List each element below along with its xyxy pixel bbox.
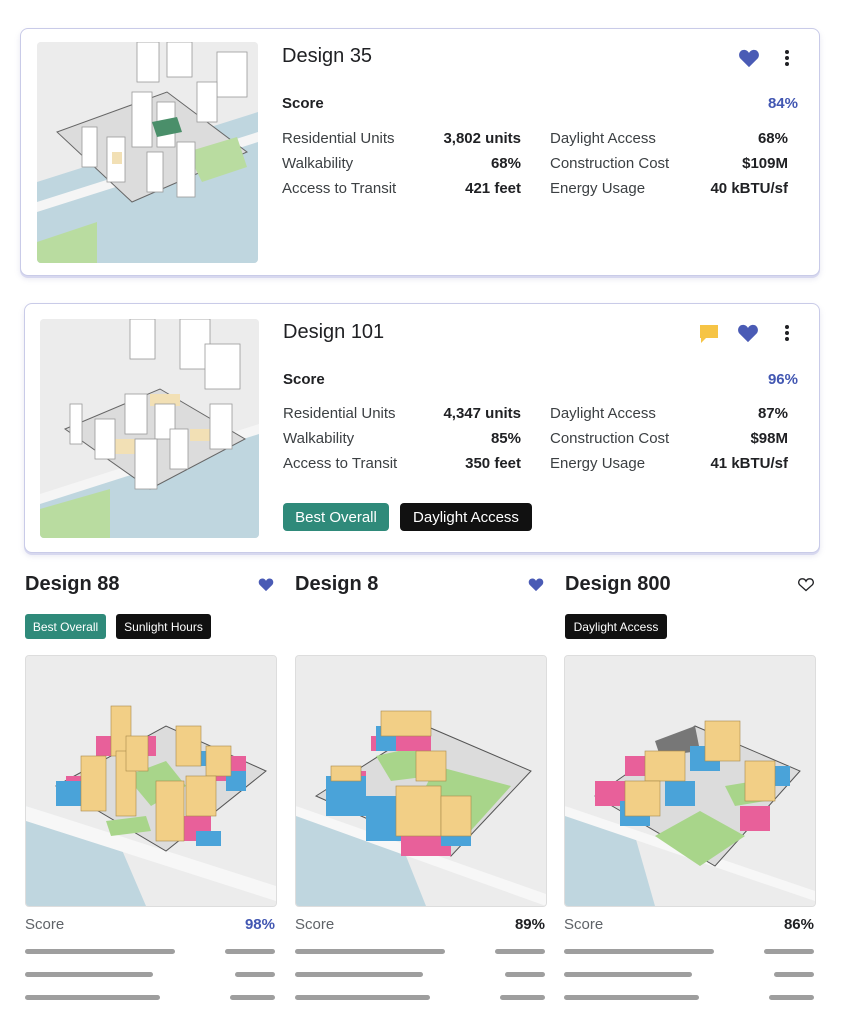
placeholder-bar xyxy=(25,995,160,1000)
heart-outline-icon[interactable] xyxy=(796,575,816,593)
design-thumbnail[interactable] xyxy=(37,42,258,263)
placeholder-bar xyxy=(564,972,692,977)
placeholder-bar xyxy=(564,995,699,1000)
tag-sunlight-hours[interactable]: Sunlight Hours xyxy=(116,614,211,639)
card-title: Design 101 xyxy=(283,321,385,343)
metric-value: 40 kBTU/sf xyxy=(710,180,788,197)
metric-value: 421 feet xyxy=(465,180,521,197)
placeholder-bar xyxy=(295,995,430,1000)
metric-value: 350 feet xyxy=(465,455,521,472)
metric-label: Walkability xyxy=(283,430,355,447)
grid-card-title: Design 88 xyxy=(25,573,120,595)
metric-label: Access to Transit xyxy=(282,180,397,197)
score-label: Score xyxy=(282,95,324,112)
score-value: 89% xyxy=(514,916,545,933)
metric-label: Energy Usage xyxy=(550,180,646,197)
score-value: 86% xyxy=(783,916,814,933)
more-vert-icon[interactable] xyxy=(779,322,795,344)
metric-value: 85% xyxy=(490,430,521,447)
score-value: 98% xyxy=(244,916,275,933)
design-card-35[interactable]: Design 35 Score 84% Residential Units 3,… xyxy=(20,28,820,276)
design-card-101[interactable]: Design 101 Score 96% Residential Units 4… xyxy=(24,303,820,553)
heart-filled-icon[interactable] xyxy=(256,575,276,593)
metric-label: Construction Cost xyxy=(550,155,670,172)
metric-value: 4,347 units xyxy=(443,405,521,422)
card-title: Design 35 xyxy=(282,45,373,67)
metric-label: Daylight Access xyxy=(550,130,656,147)
placeholder-bar xyxy=(225,949,275,954)
heart-filled-icon[interactable] xyxy=(526,575,546,593)
score-value: 84% xyxy=(767,95,798,112)
comment-icon[interactable] xyxy=(697,322,721,346)
metric-label: Residential Units xyxy=(283,405,396,422)
score-label: Score xyxy=(283,371,325,388)
placeholder-bar xyxy=(495,949,545,954)
design-thumbnail[interactable] xyxy=(40,319,259,538)
placeholder-bar xyxy=(564,949,714,954)
score-label: Score xyxy=(25,916,65,933)
score-label: Score xyxy=(295,916,335,933)
metric-value: $98M xyxy=(750,430,788,447)
score-value: 96% xyxy=(767,371,798,388)
metric-label: Daylight Access xyxy=(550,405,656,422)
tag-daylight-access[interactable]: Daylight Access xyxy=(400,503,532,531)
more-vert-icon[interactable] xyxy=(779,47,795,69)
metric-label: Walkability xyxy=(282,155,354,172)
placeholder-bar xyxy=(764,949,814,954)
placeholder-bar xyxy=(295,949,445,954)
metric-label: Construction Cost xyxy=(550,430,670,447)
placeholder-bar xyxy=(500,995,545,1000)
grid-card-title: Design 800 xyxy=(565,573,671,595)
placeholder-bar xyxy=(25,949,175,954)
placeholder-bar xyxy=(25,972,153,977)
metric-value: 87% xyxy=(757,405,788,422)
metric-value: 3,802 units xyxy=(443,130,521,147)
metric-label: Energy Usage xyxy=(550,455,646,472)
heart-filled-icon[interactable] xyxy=(736,322,760,344)
heart-filled-icon[interactable] xyxy=(737,47,761,69)
placeholder-bar xyxy=(774,972,814,977)
placeholder-bar xyxy=(505,972,545,977)
design-thumbnail[interactable] xyxy=(295,655,547,907)
metric-value: 68% xyxy=(490,155,521,172)
metric-value: 68% xyxy=(757,130,788,147)
placeholder-bar xyxy=(295,972,423,977)
tag-daylight-access[interactable]: Daylight Access xyxy=(565,614,667,639)
metric-value: $109M xyxy=(742,155,788,172)
design-thumbnail[interactable] xyxy=(564,655,816,907)
tag-best-overall[interactable]: Best Overall xyxy=(283,503,389,531)
design-thumbnail[interactable] xyxy=(25,655,277,907)
score-label: Score xyxy=(564,916,604,933)
placeholder-bar xyxy=(769,995,814,1000)
metric-value: 41 kBTU/sf xyxy=(710,455,788,472)
grid-card-title: Design 8 xyxy=(295,573,379,595)
metric-label: Access to Transit xyxy=(283,455,398,472)
tag-best-overall[interactable]: Best Overall xyxy=(25,614,106,639)
metric-label: Residential Units xyxy=(282,130,395,147)
placeholder-bar xyxy=(230,995,275,1000)
placeholder-bar xyxy=(235,972,275,977)
